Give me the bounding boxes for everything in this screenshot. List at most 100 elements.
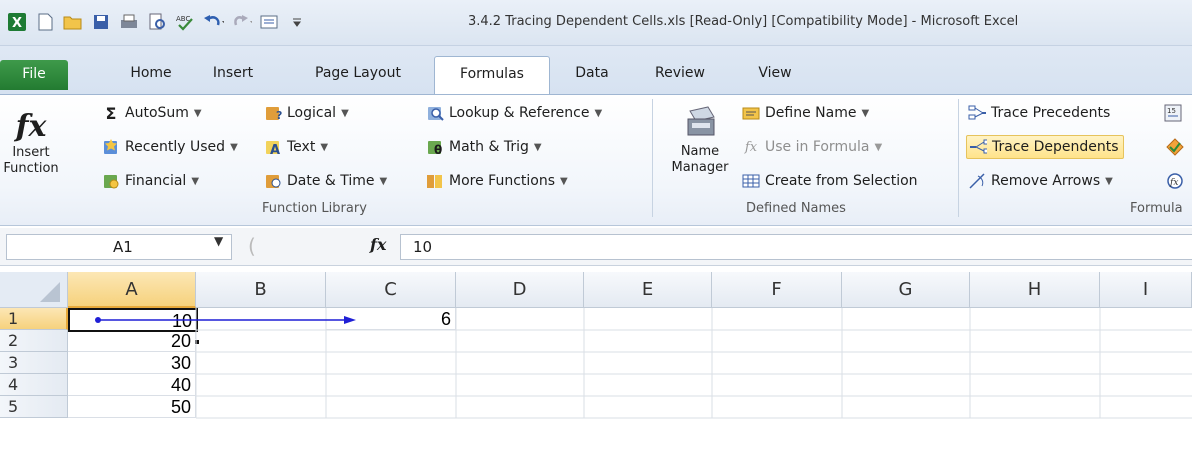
cell-a1[interactable]: 10 bbox=[68, 308, 198, 332]
book-question-icon: ? bbox=[264, 104, 282, 122]
evaluate-formula-icon[interactable]: fx bbox=[1166, 172, 1184, 190]
column-header-g[interactable]: G bbox=[842, 272, 970, 308]
tab-file[interactable]: File bbox=[0, 60, 68, 90]
name-manager-icon bbox=[682, 105, 718, 144]
cell-a2[interactable]: 20 bbox=[68, 330, 196, 352]
row-header-4[interactable]: 4 bbox=[0, 374, 68, 396]
column-header-i[interactable]: I bbox=[1100, 272, 1192, 308]
define-name-button[interactable]: Define Name ▼ bbox=[742, 101, 869, 125]
row-header-3[interactable]: 3 bbox=[0, 352, 68, 374]
redo-icon[interactable] bbox=[230, 11, 252, 33]
row-header-2[interactable]: 2 bbox=[0, 330, 68, 352]
cell-a3[interactable]: 30 bbox=[68, 352, 196, 374]
fill-handle[interactable] bbox=[194, 339, 200, 345]
dropdown-arrow-icon: ▼ bbox=[230, 141, 238, 153]
formula-input[interactable]: 10 bbox=[400, 234, 1192, 260]
save-icon[interactable] bbox=[90, 11, 112, 33]
use-in-formula-label: Use in Formula bbox=[765, 139, 870, 155]
tab-formulas[interactable]: Formulas bbox=[434, 56, 550, 96]
define-name-label: Define Name bbox=[765, 105, 857, 121]
book-star-icon bbox=[102, 138, 120, 156]
dropdown-arrow-icon: ▼ bbox=[379, 175, 388, 187]
title-bar: X ABC 3.4.2 Tracing Dependent Cells.xls … bbox=[0, 0, 1192, 46]
trace-dependents-button[interactable]: Trace Dependents bbox=[966, 135, 1124, 159]
name-box[interactable]: A1 bbox=[6, 234, 232, 260]
dropdown-arrow-icon: ▼ bbox=[560, 175, 568, 187]
excel-logo-icon[interactable]: X bbox=[6, 11, 28, 33]
book-theta-icon: θ bbox=[426, 138, 444, 156]
svg-text:θ: θ bbox=[434, 143, 442, 156]
name-manager-label-2: Manager bbox=[671, 160, 729, 175]
dropdown-arrow-icon: ▼ bbox=[533, 141, 542, 153]
tab-view[interactable]: View bbox=[742, 58, 808, 94]
open-icon[interactable] bbox=[62, 11, 84, 33]
cell-c1[interactable]: 6 bbox=[326, 308, 456, 330]
error-checking-icon[interactable] bbox=[1166, 138, 1184, 156]
tab-data[interactable]: Data bbox=[562, 58, 622, 94]
undo-icon[interactable] bbox=[202, 11, 224, 33]
insert-function-fx-icon[interactable]: fx bbox=[370, 235, 386, 254]
spelling-icon[interactable]: ABC bbox=[174, 11, 196, 33]
trace-precedents-icon bbox=[968, 104, 986, 122]
logical-button[interactable]: ? Logical ▼ bbox=[264, 101, 349, 125]
create-from-selection-button[interactable]: Create from Selection bbox=[742, 169, 918, 193]
tab-page-layout[interactable]: Page Layout bbox=[298, 58, 418, 94]
function-library-label: Function Library bbox=[262, 201, 367, 216]
customize-icon[interactable] bbox=[286, 11, 308, 33]
more-functions-button[interactable]: More Functions ▼ bbox=[426, 169, 568, 193]
name-manager-button[interactable]: Name Manager bbox=[660, 105, 740, 176]
logical-label: Logical bbox=[287, 105, 337, 121]
cell-a4[interactable]: 40 bbox=[68, 374, 196, 396]
column-header-h[interactable]: H bbox=[970, 272, 1100, 308]
name-box-dropdown-icon[interactable]: ▼ bbox=[214, 234, 223, 248]
create-from-selection-label: Create from Selection bbox=[765, 173, 918, 189]
show-formulas-icon[interactable]: 15 bbox=[1164, 104, 1182, 122]
row-header-5[interactable]: 5 bbox=[0, 396, 68, 418]
date-time-button[interactable]: Date & Time ▼ bbox=[264, 169, 387, 193]
remove-arrows-label: Remove Arrows bbox=[991, 173, 1101, 189]
group-separator bbox=[652, 99, 653, 217]
print-preview-icon[interactable] bbox=[146, 11, 168, 33]
column-header-b[interactable]: B bbox=[196, 272, 326, 308]
group-separator bbox=[958, 99, 959, 217]
use-in-formula-button[interactable]: fx Use in Formula ▼ bbox=[742, 135, 882, 159]
financial-button[interactable]: Financial ▼ bbox=[102, 169, 199, 193]
remove-arrows-icon bbox=[968, 172, 986, 190]
select-all-corner[interactable] bbox=[0, 272, 68, 308]
quick-access-toolbar: X ABC bbox=[6, 11, 308, 33]
cell-a5[interactable]: 50 bbox=[68, 396, 196, 418]
tab-insert[interactable]: Insert bbox=[200, 58, 266, 94]
text-button[interactable]: A Text ▼ bbox=[264, 135, 328, 159]
tab-review[interactable]: Review bbox=[642, 58, 718, 94]
print-icon[interactable] bbox=[118, 11, 140, 33]
column-header-e[interactable]: E bbox=[584, 272, 712, 308]
recently-used-button[interactable]: Recently Used ▼ bbox=[102, 135, 238, 159]
define-name-icon bbox=[742, 104, 760, 122]
form-icon[interactable] bbox=[258, 11, 280, 33]
autosum-label: AutoSum bbox=[125, 105, 189, 121]
column-header-f[interactable]: F bbox=[712, 272, 842, 308]
column-header-a[interactable]: A bbox=[68, 272, 196, 308]
insert-function-button[interactable]: fx Insert Function bbox=[0, 109, 62, 177]
lookup-reference-button[interactable]: Lookup & Reference ▼ bbox=[426, 101, 602, 125]
insert-function-label-2: Function bbox=[3, 161, 59, 176]
trace-precedents-button[interactable]: Trace Precedents bbox=[968, 101, 1110, 125]
dropdown-arrow-icon: ▼ bbox=[341, 107, 349, 119]
column-header-d[interactable]: D bbox=[456, 272, 584, 308]
sigma-icon: Σ bbox=[105, 103, 117, 123]
autosum-button[interactable]: Σ AutoSum ▼ bbox=[102, 101, 202, 125]
book-magnifier-icon bbox=[426, 104, 444, 122]
financial-label: Financial bbox=[125, 173, 187, 189]
row-header-1[interactable]: 1 bbox=[0, 308, 68, 330]
new-icon[interactable] bbox=[34, 11, 56, 33]
dropdown-arrow-icon: ▼ bbox=[874, 141, 883, 153]
column-header-c[interactable]: C bbox=[326, 272, 456, 308]
formula-bar-grip-icon: ( bbox=[248, 234, 256, 258]
text-label: Text bbox=[287, 139, 316, 155]
math-trig-button[interactable]: θ Math & Trig ▼ bbox=[426, 135, 542, 159]
worksheet-grid: A B C D E F G H I 1 2 3 4 5 10 20 30 40 … bbox=[0, 272, 1192, 470]
svg-text:15: 15 bbox=[1167, 107, 1176, 115]
remove-arrows-button[interactable]: Remove Arrows ▼ bbox=[968, 169, 1113, 193]
tab-home[interactable]: Home bbox=[116, 58, 186, 94]
dropdown-arrow-icon: ▼ bbox=[193, 107, 202, 119]
